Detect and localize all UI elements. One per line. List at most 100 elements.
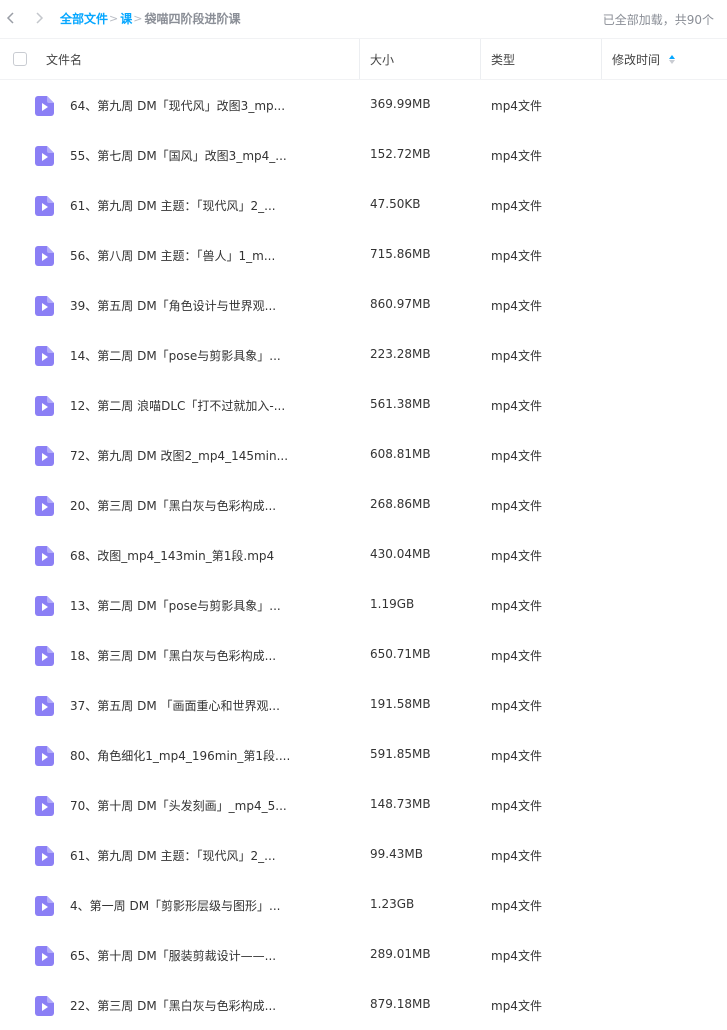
file-name[interactable]: 70、第十周 DM「头发刻画」_mp4_5... [70, 797, 287, 814]
file-name[interactable]: 22、第三周 DM「黑白灰与色彩构成... [70, 997, 276, 1014]
file-name[interactable]: 55、第七周 DM「国风」改图3_mp4_... [70, 147, 287, 164]
file-size: 715.86MB [370, 247, 431, 261]
column-divider[interactable] [480, 39, 481, 79]
breadcrumb: 全部文件 > 课 > 袋喵四阶段进阶课 [60, 10, 240, 27]
column-header-modified-label: 修改时间 [612, 52, 661, 67]
file-name[interactable]: 65、第十周 DM「服装剪裁设计——... [70, 947, 276, 964]
breadcrumb-separator: > [133, 12, 143, 25]
column-header-modified[interactable]: 修改时间 [612, 39, 676, 79]
column-header-name[interactable]: 文件名 [46, 39, 82, 79]
file-size: 650.71MB [370, 647, 431, 661]
file-size: 860.97MB [370, 297, 431, 311]
file-row[interactable]: 14、第二周 DM「pose与剪影具象」... 223.28MB mp4文件 [0, 330, 727, 380]
video-file-icon [35, 696, 54, 716]
file-type: mp4文件 [491, 149, 542, 163]
file-row[interactable]: 13、第二周 DM「pose与剪影具象」... 1.19GB mp4文件 [0, 580, 727, 630]
file-row[interactable]: 64、第九周 DM「现代风」改图3_mp... 369.99MB mp4文件 [0, 80, 727, 130]
video-file-icon [35, 296, 54, 316]
file-row[interactable]: 39、第五周 DM「角色设计与世界观... 860.97MB mp4文件 [0, 280, 727, 330]
file-type: mp4文件 [491, 449, 542, 463]
file-size: 223.28MB [370, 347, 431, 361]
sort-arrows-icon[interactable] [669, 54, 676, 64]
video-file-icon [35, 546, 54, 566]
video-file-icon [35, 346, 54, 366]
file-size: 879.18MB [370, 997, 431, 1011]
column-divider[interactable] [359, 39, 360, 79]
file-name[interactable]: 56、第八周 DM 主题：「兽人」1_m... [70, 247, 275, 264]
video-file-icon [35, 846, 54, 866]
file-size: 608.81MB [370, 447, 431, 461]
video-file-icon [35, 496, 54, 516]
file-name[interactable]: 20、第三周 DM「黑白灰与色彩构成... [70, 497, 276, 514]
video-file-icon [35, 196, 54, 216]
file-row[interactable]: 18、第三周 DM「黑白灰与色彩构成... 650.71MB mp4文件 [0, 630, 727, 680]
column-header-size[interactable]: 大小 [370, 39, 394, 79]
file-type: mp4文件 [491, 399, 542, 413]
breadcrumb-separator: > [109, 12, 119, 25]
chevron-right-icon[interactable] [31, 10, 47, 26]
file-row[interactable]: 72、第九周 DM 改图2_mp4_145min... 608.81MB mp4… [0, 430, 727, 480]
file-row[interactable]: 12、第二周 浪喵DLC「打不过就加入-... 561.38MB mp4文件 [0, 380, 727, 430]
file-size: 268.86MB [370, 497, 431, 511]
file-row[interactable]: 22、第三周 DM「黑白灰与色彩构成... 879.18MB mp4文件 [0, 980, 727, 1030]
file-name[interactable]: 4、第一周 DM「剪影形层级与图形」... [70, 897, 281, 914]
file-type: mp4文件 [491, 849, 542, 863]
video-file-icon [35, 746, 54, 766]
file-list: 64、第九周 DM「现代风」改图3_mp... 369.99MB mp4文件 5… [0, 80, 727, 1030]
file-size: 191.58MB [370, 697, 431, 711]
file-name[interactable]: 14、第二周 DM「pose与剪影具象」... [70, 347, 281, 364]
video-file-icon [35, 146, 54, 166]
file-row[interactable]: 65、第十周 DM「服装剪裁设计——... 289.01MB mp4文件 [0, 930, 727, 980]
file-type: mp4文件 [491, 799, 542, 813]
file-type: mp4文件 [491, 199, 542, 213]
file-type: mp4文件 [491, 499, 542, 513]
breadcrumb-folder[interactable]: 课 [120, 10, 132, 27]
select-all-checkbox[interactable] [13, 52, 27, 66]
file-type: mp4文件 [491, 599, 542, 613]
file-name[interactable]: 37、第五周 DM 「画面重心和世界观... [70, 697, 280, 714]
video-file-icon [35, 796, 54, 816]
file-name[interactable]: 12、第二周 浪喵DLC「打不过就加入-... [70, 397, 285, 414]
file-row[interactable]: 61、第九周 DM 主题：「现代风」2_... 99.43MB mp4文件 [0, 830, 727, 880]
file-type: mp4文件 [491, 249, 542, 263]
video-file-icon [35, 396, 54, 416]
video-file-icon [35, 646, 54, 666]
file-type: mp4文件 [491, 899, 542, 913]
file-name[interactable]: 61、第九周 DM 主题：「现代风」2_... [70, 847, 276, 864]
file-name[interactable]: 61、第九周 DM 主题：「现代风」2_... [70, 197, 276, 214]
video-file-icon [35, 446, 54, 466]
video-file-icon [35, 896, 54, 916]
file-row[interactable]: 37、第五周 DM 「画面重心和世界观... 191.58MB mp4文件 [0, 680, 727, 730]
chevron-left-icon[interactable] [3, 10, 19, 26]
file-size: 148.73MB [370, 797, 431, 811]
top-nav-bar: 全部文件 > 课 > 袋喵四阶段进阶课 已全部加载，共90个 [0, 0, 727, 36]
file-type: mp4文件 [491, 699, 542, 713]
breadcrumb-current: 袋喵四阶段进阶课 [144, 12, 241, 26]
file-type: mp4文件 [491, 549, 542, 563]
file-name[interactable]: 80、角色细化1_mp4_196min_第1段.... [70, 747, 290, 764]
file-size: 369.99MB [370, 97, 431, 111]
file-row[interactable]: 68、改图_mp4_143min_第1段.mp4 430.04MB mp4文件 [0, 530, 727, 580]
load-status-text: 已全部加载，共90个 [602, 13, 714, 27]
file-row[interactable]: 80、角色细化1_mp4_196min_第1段.... 591.85MB mp4… [0, 730, 727, 780]
file-name[interactable]: 64、第九周 DM「现代风」改图3_mp... [70, 97, 285, 114]
file-type: mp4文件 [491, 99, 542, 113]
file-row[interactable]: 56、第八周 DM 主题：「兽人」1_m... 715.86MB mp4文件 [0, 230, 727, 280]
file-row[interactable]: 55、第七周 DM「国风」改图3_mp4_... 152.72MB mp4文件 [0, 130, 727, 180]
file-name[interactable]: 39、第五周 DM「角色设计与世界观... [70, 297, 276, 314]
file-type: mp4文件 [491, 649, 542, 663]
breadcrumb-all-files[interactable]: 全部文件 [60, 10, 108, 27]
file-name[interactable]: 18、第三周 DM「黑白灰与色彩构成... [70, 647, 276, 664]
file-size: 289.01MB [370, 947, 431, 961]
file-type: mp4文件 [491, 949, 542, 963]
file-name[interactable]: 13、第二周 DM「pose与剪影具象」... [70, 597, 281, 614]
video-file-icon [35, 246, 54, 266]
column-header-type[interactable]: 类型 [491, 39, 515, 79]
column-divider[interactable] [601, 39, 602, 79]
file-row[interactable]: 70、第十周 DM「头发刻画」_mp4_5... 148.73MB mp4文件 [0, 780, 727, 830]
file-row[interactable]: 61、第九周 DM 主题：「现代风」2_... 47.50KB mp4文件 [0, 180, 727, 230]
file-name[interactable]: 72、第九周 DM 改图2_mp4_145min... [70, 447, 288, 464]
file-row[interactable]: 4、第一周 DM「剪影形层级与图形」... 1.23GB mp4文件 [0, 880, 727, 930]
file-row[interactable]: 20、第三周 DM「黑白灰与色彩构成... 268.86MB mp4文件 [0, 480, 727, 530]
file-name[interactable]: 68、改图_mp4_143min_第1段.mp4 [70, 547, 274, 564]
